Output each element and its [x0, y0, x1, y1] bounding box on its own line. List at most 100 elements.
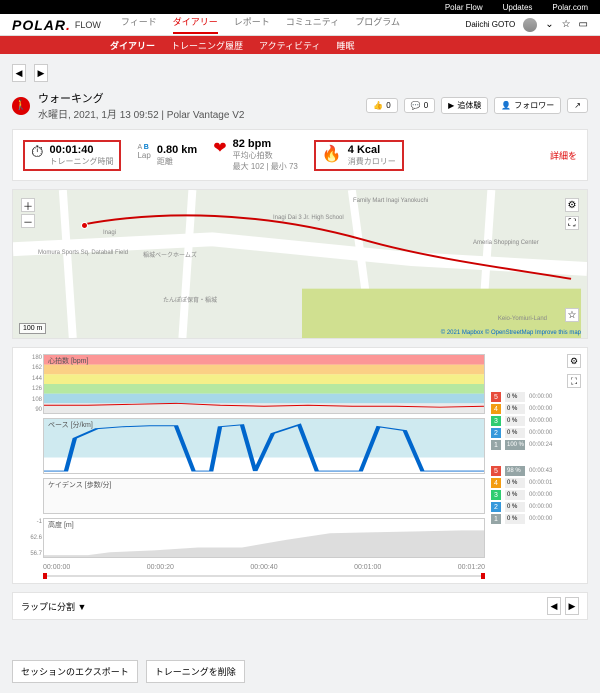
- zone-percent: 0 %: [505, 514, 525, 524]
- zone-percent: 0 %: [505, 404, 525, 414]
- next-session-button[interactable]: ▶: [34, 64, 48, 82]
- delete-training-button[interactable]: トレーニングを削除: [146, 660, 245, 683]
- map-attribution: © 2021 Mapbox © OpenStreetMap Improve th…: [441, 330, 581, 336]
- pace-chart[interactable]: ペース [分/km]: [43, 418, 485, 474]
- stat-duration: ⏱ 00:01:40トレーニング時間: [23, 140, 121, 171]
- chart-range-slider[interactable]: [43, 575, 485, 577]
- zone-percent: 0 %: [505, 490, 525, 500]
- hr-label: 平均心拍数: [233, 150, 298, 161]
- poi-family-mart: Family Mart Inagi Yanokuchi: [353, 198, 428, 204]
- zoom-in-button[interactable]: ＋: [21, 198, 35, 212]
- zone-percent: 0 %: [505, 416, 525, 426]
- star-icon[interactable]: ☆: [562, 19, 571, 30]
- zone-time: 00:00:01: [529, 480, 552, 486]
- kcal-value: 4 Kcal: [348, 144, 396, 156]
- kcal-label: 消費カロリー: [348, 156, 396, 167]
- relive-button[interactable]: ▶ 追体験: [441, 97, 488, 114]
- zone-percent: 0 %: [505, 428, 525, 438]
- hr-chart[interactable]: 18016214412610890 心拍数 [bpm]: [43, 354, 485, 414]
- duration-value: 00:01:40: [49, 144, 113, 156]
- map-favorite-button[interactable]: ☆: [565, 308, 579, 322]
- zone-time: 00:00:00: [529, 406, 552, 412]
- altitude-chart[interactable]: -162.656.7 高度 [m]: [43, 518, 485, 558]
- zone-time: 00:00:24: [529, 442, 552, 448]
- zone-time: 00:00:00: [529, 418, 552, 424]
- chart-x-axis: 00:00:0000:00:2000:00:4000:01:0000:01:20: [43, 562, 485, 571]
- zone-number: 5: [491, 466, 501, 476]
- comment-button[interactable]: 💬 0: [404, 98, 435, 113]
- lap-bar: ラップに分割 ▼ ◀ ▶: [12, 592, 588, 620]
- nav-program[interactable]: プログラム: [355, 15, 400, 34]
- nav-diary[interactable]: ダイアリー: [173, 15, 218, 34]
- zone-row: 1 0 % 00:00:00: [491, 514, 581, 524]
- zone-row: 4 0 % 00:00:00: [491, 404, 581, 414]
- flame-icon: 🔥: [322, 144, 342, 164]
- subnav-history[interactable]: トレーニング履歴: [171, 39, 243, 52]
- zone-time: 00:00:43: [529, 468, 552, 474]
- poi-momura: Momura Sports Sq. Databall Field: [38, 250, 128, 256]
- lap-split-dropdown[interactable]: ラップに分割 ▼: [21, 600, 86, 613]
- prev-session-button[interactable]: ◀: [12, 64, 26, 82]
- zone-number: 5: [491, 392, 501, 402]
- polar-com-link[interactable]: Polar.com: [552, 3, 588, 12]
- hr-zones-legend: 5 0 % 00:00:00 4 0 % 00:00:00 3 0 % 00:0…: [491, 392, 581, 450]
- sub-nav: ダイアリー トレーニング履歴 アクティビティ 睡眠: [0, 36, 600, 54]
- subnav-diary[interactable]: ダイアリー: [110, 39, 155, 52]
- zone-row: 4 0 % 00:00:01: [491, 478, 581, 488]
- pace-chart-label: ペース [分/km]: [48, 420, 93, 430]
- poi-inagidai: Inagi Dai 3 Jr. High School: [273, 215, 344, 221]
- zone-time: 00:00:00: [529, 394, 552, 400]
- stat-distance: A B Lap 0.80 km距離: [137, 144, 197, 167]
- zone-row: 2 0 % 00:00:00: [491, 428, 581, 438]
- lap-next-button[interactable]: ▶: [565, 597, 579, 615]
- devices-icon[interactable]: ▭: [579, 19, 588, 30]
- subnav-activity[interactable]: アクティビティ: [259, 39, 320, 52]
- zone-row: 5 0 % 00:00:00: [491, 392, 581, 402]
- sport-title: ウォーキング: [38, 90, 244, 106]
- zone-time: 00:00:00: [529, 516, 552, 522]
- avatar[interactable]: [523, 18, 537, 32]
- chart-settings-button[interactable]: ⚙: [567, 354, 581, 368]
- route-map[interactable]: Family Mart Inagi Yanokuchi Ameria Shopp…: [12, 189, 588, 339]
- zone-number: 1: [491, 440, 501, 450]
- zone-row: 2 0 % 00:00:00: [491, 502, 581, 512]
- heart-icon: ❤: [213, 138, 226, 158]
- zone-percent: 100 %: [505, 440, 525, 450]
- stat-kcal: 🔥 4 Kcal消費カロリー: [314, 140, 404, 171]
- details-link[interactable]: 詳細を: [550, 149, 577, 162]
- like-button[interactable]: 👍 0: [366, 98, 397, 113]
- map-scale: 100 m: [19, 323, 46, 334]
- polar-flow-link[interactable]: Polar Flow: [445, 3, 483, 12]
- export-session-button[interactable]: セッションのエクスポート: [12, 660, 138, 683]
- updates-link[interactable]: Updates: [503, 3, 533, 12]
- flow-logo-text: FLOW: [75, 20, 101, 30]
- nav-report[interactable]: レポート: [234, 15, 270, 34]
- cadence-chart[interactable]: ケイデンス [歩数/分]: [43, 478, 485, 514]
- poi-keio: Keio-Yomiuri-Land: [498, 316, 547, 322]
- chart-fullscreen-button[interactable]: ⛶: [567, 374, 581, 388]
- map-fullscreen-button[interactable]: ⛶: [565, 216, 579, 230]
- session-datetime: 水曜日, 2021, 1月 13 09:52 | Polar Vantage V…: [38, 106, 244, 121]
- map-settings-button[interactable]: ⚙: [565, 198, 579, 212]
- session-header: ◀ ▶: [12, 64, 588, 82]
- walking-icon: 🚶: [12, 97, 30, 115]
- zone-percent: 98 %: [505, 466, 525, 476]
- zone-row: 1 100 % 00:00:24: [491, 440, 581, 450]
- zone-number: 4: [491, 404, 501, 414]
- zone-time: 00:00:00: [529, 492, 552, 498]
- lap-prev-button[interactable]: ◀: [547, 597, 561, 615]
- hr-detail: 最大 102 | 最小 73: [233, 161, 298, 172]
- subnav-sleep[interactable]: 睡眠: [337, 39, 355, 52]
- followers-button[interactable]: 👤 フォロワー: [494, 97, 561, 114]
- zoom-out-button[interactable]: －: [21, 214, 35, 228]
- stopwatch-icon: ⏱: [31, 144, 43, 162]
- zone-number: 3: [491, 490, 501, 500]
- zone-row: 3 0 % 00:00:00: [491, 490, 581, 500]
- zone-percent: 0 %: [505, 502, 525, 512]
- dropdown-icon[interactable]: ⌄: [545, 19, 553, 30]
- nav-feed[interactable]: フィード: [121, 15, 157, 34]
- nav-community[interactable]: コミュニティ: [286, 15, 339, 34]
- altitude-chart-label: 高度 [m]: [48, 520, 74, 530]
- share-button[interactable]: ↗: [567, 98, 588, 113]
- main-nav: フィード ダイアリー レポート コミュニティ プログラム: [121, 15, 400, 34]
